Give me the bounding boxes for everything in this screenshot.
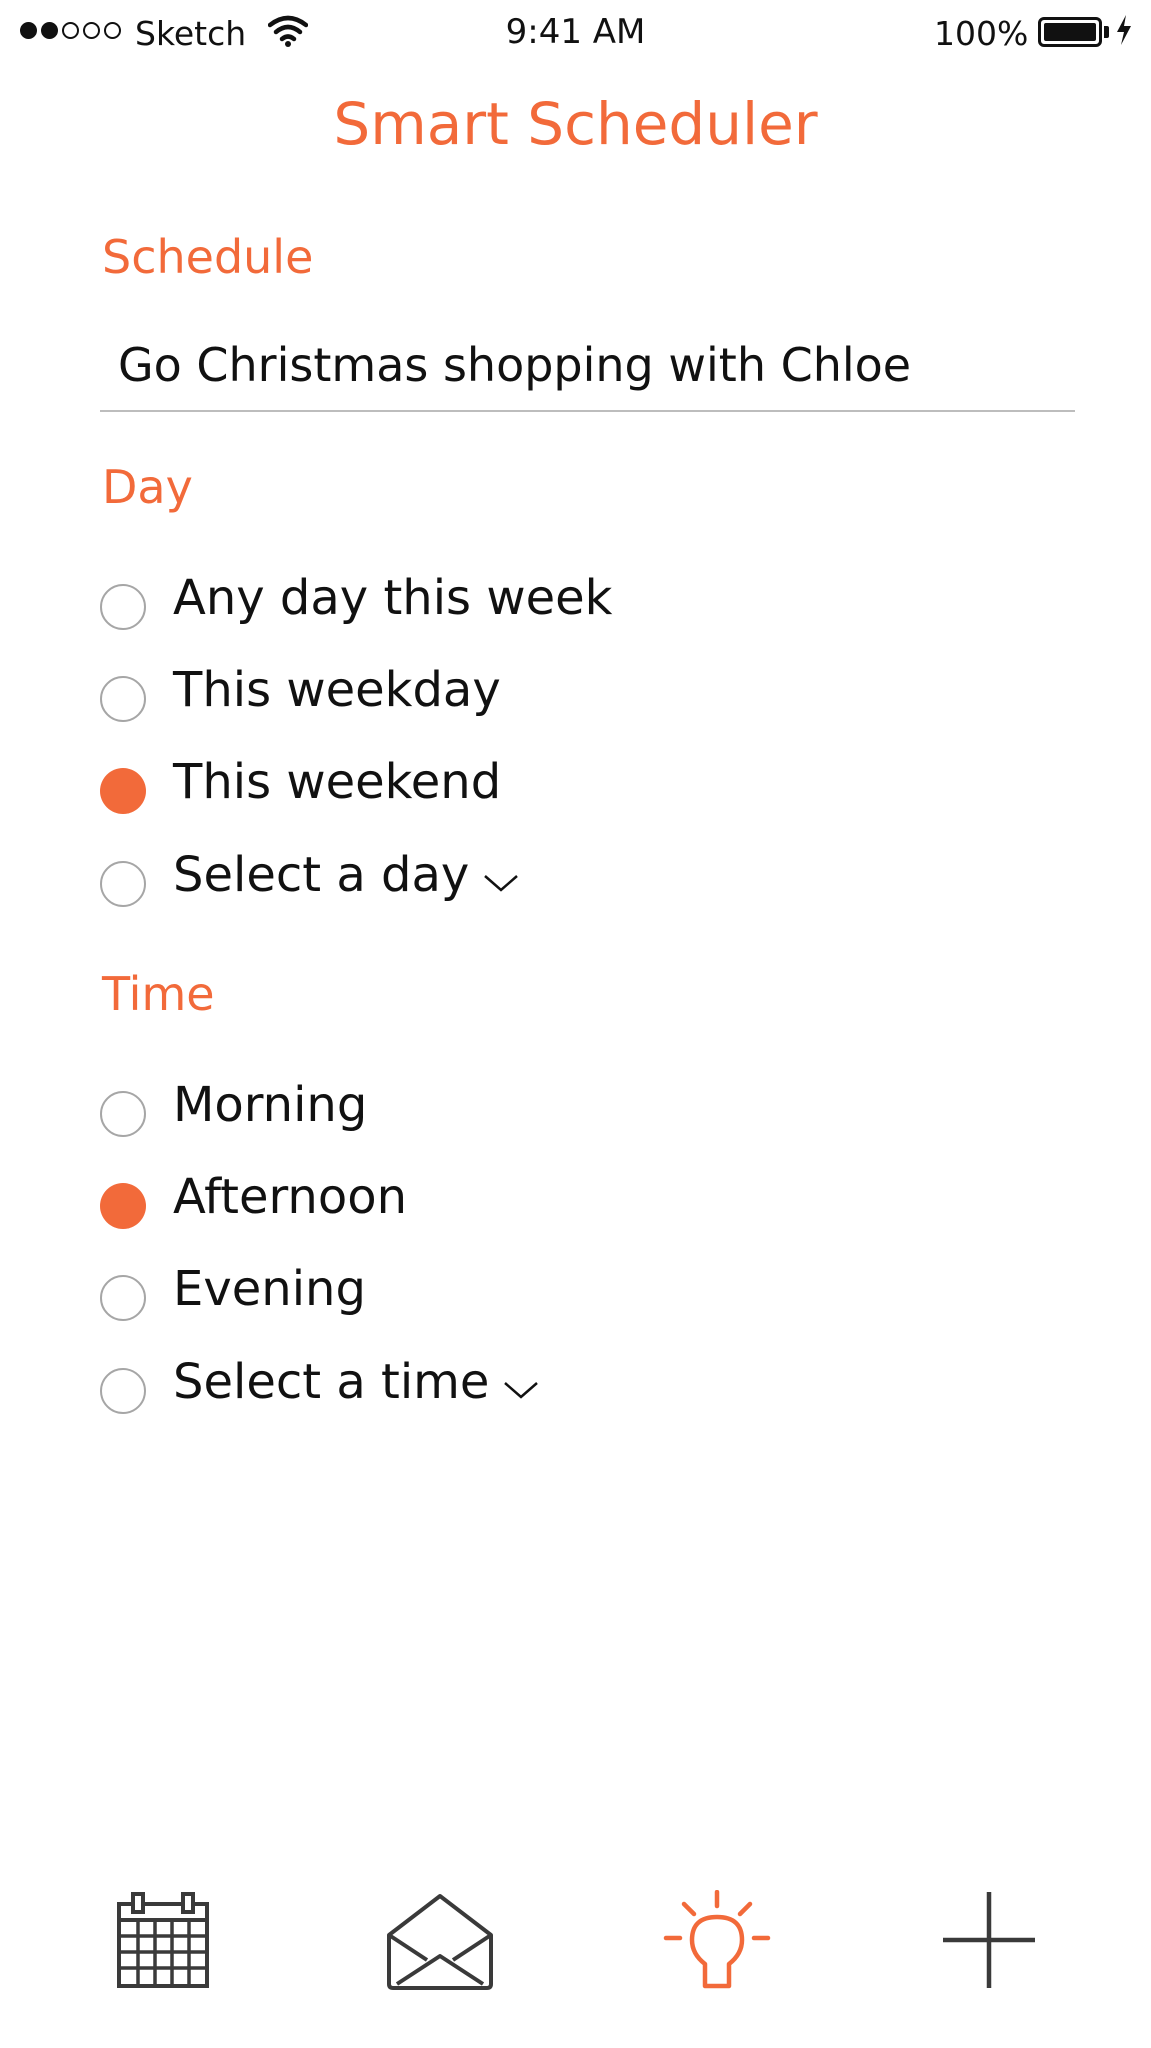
- lightbulb-icon: [663, 1890, 771, 1989]
- day-option-select-day[interactable]: Select a day: [100, 840, 519, 910]
- battery-percentage: 100%: [934, 14, 1029, 53]
- time-option-afternoon[interactable]: Afternoon: [100, 1162, 407, 1232]
- day-option-weekday[interactable]: This weekday: [100, 655, 501, 725]
- schedule-label: Schedule: [102, 230, 314, 284]
- time-option-evening[interactable]: Evening: [100, 1254, 366, 1324]
- option-label: Any day this week: [173, 570, 613, 626]
- time-option-select-time[interactable]: Select a time: [100, 1347, 539, 1417]
- battery-cap: [1104, 26, 1109, 38]
- tab-add[interactable]: [929, 1880, 1049, 2000]
- option-label: Afternoon: [173, 1169, 407, 1225]
- tab-mail[interactable]: [380, 1880, 500, 2000]
- tab-ideas[interactable]: [657, 1880, 777, 2000]
- time-label: Time: [102, 967, 215, 1021]
- plus-icon: [943, 1892, 1035, 1988]
- option-label: Morning: [173, 1077, 368, 1133]
- day-option-weekend[interactable]: This weekend: [100, 747, 501, 817]
- radio-button[interactable]: [100, 584, 146, 630]
- mail-open-icon: [387, 1894, 493, 1990]
- radio-button-selected[interactable]: [100, 768, 146, 814]
- tab-bar: [0, 1880, 1151, 2020]
- day-label: Day: [102, 460, 193, 514]
- battery-fill: [1044, 23, 1096, 41]
- page-title: Smart Scheduler: [333, 90, 818, 158]
- radio-button[interactable]: [100, 1275, 146, 1321]
- radio-button[interactable]: [100, 676, 146, 722]
- charging-bolt-icon: [1115, 14, 1133, 50]
- chevron-down-icon[interactable]: [483, 873, 519, 897]
- radio-button-selected[interactable]: [100, 1183, 146, 1229]
- calendar-icon: [117, 1892, 209, 1988]
- tab-calendar[interactable]: [103, 1880, 223, 2000]
- day-option-any-day[interactable]: Any day this week: [100, 563, 612, 633]
- battery-icon: [1038, 17, 1102, 47]
- time-option-morning[interactable]: Morning: [100, 1070, 367, 1140]
- radio-button[interactable]: [100, 1368, 146, 1414]
- radio-button[interactable]: [100, 861, 146, 907]
- chevron-down-icon[interactable]: [503, 1380, 539, 1404]
- radio-button[interactable]: [100, 1091, 146, 1137]
- option-label: Select a day: [173, 847, 470, 903]
- status-bar: Sketch 9:41 AM 100%: [0, 0, 1151, 70]
- schedule-input[interactable]: [100, 320, 1075, 412]
- option-label: This weekday: [173, 662, 501, 718]
- option-label: This weekend: [173, 754, 502, 810]
- option-label: Select a time: [173, 1354, 490, 1410]
- option-label: Evening: [173, 1261, 366, 1317]
